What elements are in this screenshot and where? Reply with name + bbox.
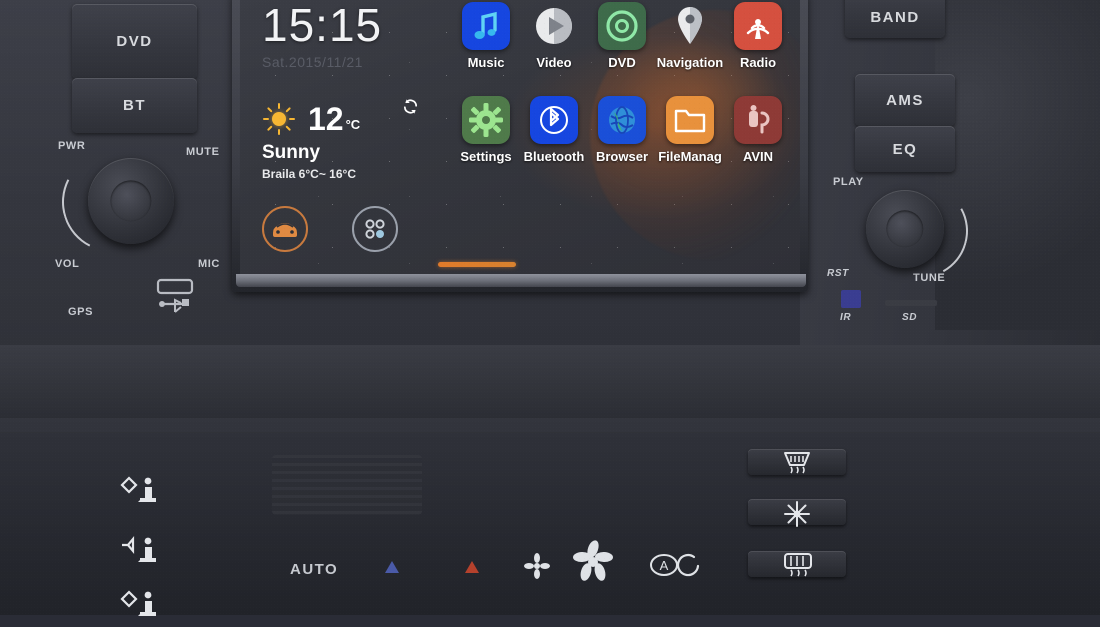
- app-row-1: Music Video DVD Navigation Radio: [452, 2, 792, 70]
- band-button[interactable]: BAND: [845, 0, 945, 38]
- rear-defrost-icon: [784, 553, 812, 577]
- clock-time: 15:15: [262, 0, 383, 51]
- dvd-button-label: DVD: [116, 33, 153, 50]
- screen-bezel-bottom: [236, 274, 806, 287]
- app-navigation[interactable]: Navigation: [656, 2, 724, 70]
- app-video[interactable]: Video: [520, 2, 588, 70]
- app-label: Radio: [739, 55, 777, 70]
- app-label: Bluetooth: [523, 149, 585, 164]
- ir-label: IR: [840, 312, 852, 323]
- eq-button-label: EQ: [892, 140, 918, 158]
- app-label: Music: [467, 55, 505, 70]
- car-info-button[interactable]: [262, 206, 308, 252]
- right-soft-trim: [935, 0, 1100, 330]
- app-label: Video: [536, 55, 572, 70]
- rst-label: RST: [827, 268, 849, 279]
- clock-date: Sat.2015/11/21: [262, 54, 363, 70]
- folder-icon: [666, 96, 714, 144]
- pwr-label: PWR: [58, 140, 86, 152]
- app-music[interactable]: Music: [452, 2, 520, 70]
- page-indicator[interactable]: [438, 262, 516, 267]
- snowflake-icon: [784, 501, 810, 527]
- mute-label: MUTE: [186, 146, 220, 158]
- broadcast-icon: [734, 2, 782, 50]
- airflow-face-button[interactable]: [118, 475, 166, 513]
- mic-label: MIC: [198, 258, 220, 270]
- screen-dock: [262, 206, 398, 252]
- windshield-defrost-icon: [784, 452, 810, 474]
- weather-condition: Sunny: [262, 142, 321, 163]
- refresh-icon[interactable]: [402, 98, 419, 115]
- av-input-icon: [734, 96, 782, 144]
- clock-weather-widget[interactable]: 15:15 Sat.2015/11/21 12 °C Sunny Braila …: [262, 2, 452, 181]
- airflow-floor-button[interactable]: [118, 589, 166, 627]
- cold-marker: [385, 561, 399, 573]
- app-label: Settings: [460, 149, 512, 164]
- all-apps-button[interactable]: [352, 206, 398, 252]
- music-note-icon: [462, 2, 510, 50]
- weather-row: 12 °C: [262, 102, 452, 136]
- fan-high-button[interactable]: [570, 539, 616, 585]
- center-vent-grille: [272, 455, 422, 515]
- app-grid: Music Video DVD Navigation Radio Setting…: [452, 2, 792, 164]
- car-icon: [273, 223, 297, 237]
- bt-button-label: BT: [123, 97, 146, 114]
- auto-button[interactable]: AUTO: [290, 561, 338, 578]
- globe-icon: [598, 96, 646, 144]
- ams-button-label: AMS: [886, 91, 924, 109]
- climate-panel-face: AUTO A: [0, 432, 1100, 616]
- dvd-button[interactable]: DVD: [72, 4, 197, 79]
- car-dashboard: DVD BT PWR MUTE VOL MIC GPS BAND AMS EQ: [0, 0, 1100, 616]
- app-label: Navigation: [656, 55, 724, 70]
- gear-icon: [462, 96, 510, 144]
- infotainment-screen[interactable]: 15:15 Sat.2015/11/21 12 °C Sunny Braila …: [240, 0, 800, 274]
- app-bluetooth[interactable]: Bluetooth: [520, 96, 588, 164]
- sd-card-slot[interactable]: [885, 300, 937, 306]
- bluetooth-icon: [530, 96, 578, 144]
- weather-range: Braila 6°C~ 16°C: [262, 167, 356, 181]
- play-circle-icon: [530, 2, 578, 50]
- dashboard-gap: [0, 345, 1100, 420]
- apps-grid-icon: [365, 219, 385, 239]
- vol-label: VOL: [55, 258, 80, 270]
- app-radio[interactable]: Radio: [724, 2, 792, 70]
- band-button-label: BAND: [870, 8, 920, 26]
- app-label: AVIN: [742, 149, 774, 164]
- head-unit-fascia: DVD BT PWR MUTE VOL MIC GPS BAND AMS EQ: [0, 0, 1100, 345]
- temperature-unit: °C: [345, 117, 361, 132]
- app-label: FileManag: [658, 149, 722, 164]
- recirculation-button[interactable]: A: [648, 551, 700, 579]
- sun-icon: [262, 102, 296, 136]
- ams-button[interactable]: AMS: [855, 74, 955, 126]
- hot-marker: [465, 561, 479, 573]
- eq-button[interactable]: EQ: [855, 126, 955, 172]
- app-browser[interactable]: Browser: [588, 96, 656, 164]
- airflow-body-button[interactable]: [118, 535, 166, 573]
- app-avin[interactable]: AVIN: [724, 96, 792, 164]
- svg-text:A: A: [660, 558, 669, 573]
- fan-low-button[interactable]: [522, 551, 552, 581]
- app-filemanager[interactable]: FileManag: [656, 96, 724, 164]
- temperature-value: 12: [308, 101, 344, 137]
- bt-button[interactable]: BT: [72, 78, 197, 133]
- play-label: PLAY: [833, 176, 864, 188]
- usb-port-icon: [156, 278, 194, 313]
- app-label: Browser: [595, 149, 649, 164]
- map-pin-icon: [666, 2, 714, 50]
- app-label: DVD: [608, 55, 636, 70]
- disc-icon: [598, 2, 646, 50]
- app-settings[interactable]: Settings: [452, 96, 520, 164]
- temperature-readout: 12 °C: [308, 103, 360, 135]
- gps-label: GPS: [68, 306, 94, 318]
- app-dvd[interactable]: DVD: [588, 2, 656, 70]
- ir-receiver: [841, 290, 861, 308]
- sd-label: SD: [902, 312, 918, 323]
- app-row-2: Settings Bluetooth Browser FileManag AVI…: [452, 96, 792, 164]
- climate-control-panel: AUTO A: [0, 418, 1100, 616]
